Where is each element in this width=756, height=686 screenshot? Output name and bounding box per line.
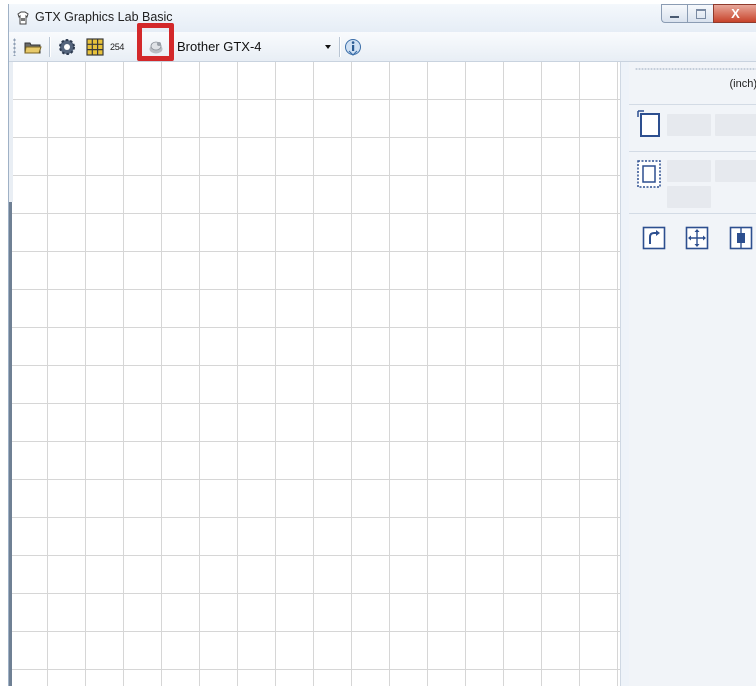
close-button[interactable]: X: [713, 4, 756, 23]
design-canvas[interactable]: [9, 62, 621, 686]
app-logo-icon: [17, 11, 29, 25]
area-height-field[interactable]: [715, 160, 756, 182]
page-size-icon: [637, 110, 660, 137]
grid-icon[interactable]: [85, 37, 105, 57]
open-folder-icon[interactable]: [23, 37, 43, 57]
print-area-icon: [637, 160, 661, 188]
rotate-icon[interactable]: [642, 226, 666, 250]
maximize-button[interactable]: [687, 4, 713, 23]
grid-size-label: 254: [110, 42, 125, 52]
panel-divider: [629, 104, 756, 105]
chevron-down-icon[interactable]: [325, 45, 331, 49]
info-icon[interactable]: [343, 37, 363, 57]
panel-divider: [629, 213, 756, 214]
properties-panel: (inch): [629, 62, 756, 686]
unit-label: (inch): [729, 78, 756, 90]
panel-grip[interactable]: [635, 68, 756, 70]
page-height-field[interactable]: [715, 114, 756, 136]
center-align-icon[interactable]: [729, 226, 753, 250]
toolbar-separator: [49, 37, 51, 57]
printer-properties-highlight: [137, 23, 174, 61]
settings-gear-icon[interactable]: [57, 37, 77, 57]
panel-divider: [629, 151, 756, 152]
fit-to-area-icon[interactable]: [685, 226, 709, 250]
printer-select-value: Brother GTX-4: [177, 39, 262, 54]
toolbar: 254 Brother GTX-4: [9, 32, 756, 62]
minimize-button[interactable]: [661, 4, 687, 23]
area-width-field[interactable]: [667, 160, 711, 182]
canvas-ruler-edge: [9, 62, 13, 202]
page-width-field[interactable]: [667, 114, 711, 136]
toolbar-separator: [339, 37, 341, 57]
area-offset-field[interactable]: [667, 186, 711, 208]
window-controls: X: [661, 4, 756, 26]
toolbar-grip[interactable]: [13, 38, 16, 56]
printer-select[interactable]: Brother GTX-4: [169, 36, 335, 57]
title-bar: GTX Graphics Lab Basic X: [9, 4, 756, 32]
window-title: GTX Graphics Lab Basic: [35, 10, 173, 24]
app-window: GTX Graphics Lab Basic X 254 Brother GTX…: [8, 4, 756, 686]
